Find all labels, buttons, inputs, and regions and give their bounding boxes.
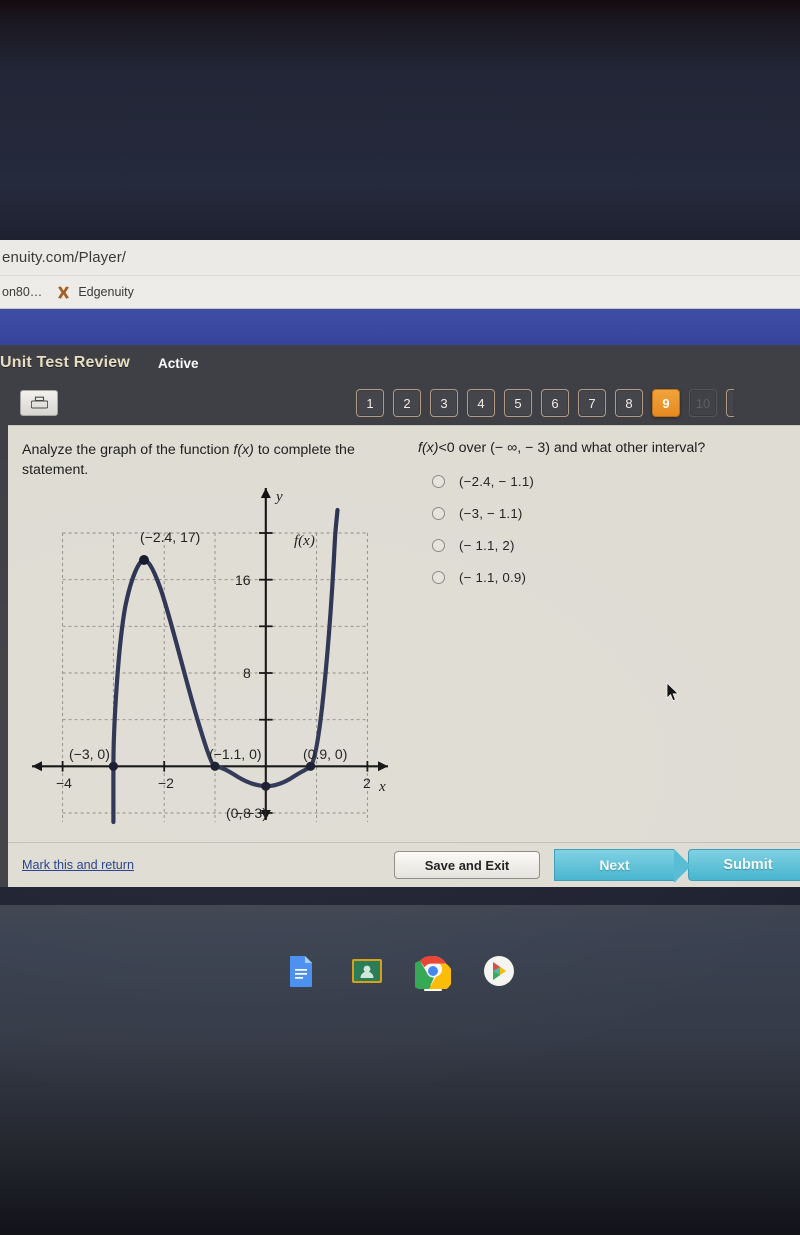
question-navigation-row: 1 2 3 4 5 6 7 8 9 10 bbox=[0, 381, 800, 425]
point-local-max bbox=[139, 555, 149, 565]
google-chrome-icon[interactable] bbox=[409, 953, 453, 993]
answer-option-label: (−3, − 1.1) bbox=[459, 506, 523, 521]
mouse-cursor bbox=[666, 682, 679, 702]
point-root-neg3 bbox=[108, 761, 118, 771]
question-number-3[interactable]: 3 bbox=[430, 389, 458, 417]
question-number-overflow bbox=[726, 389, 734, 417]
question-left-column: Analyze the graph of the function f(x) t… bbox=[8, 426, 416, 843]
radio-button-icon[interactable] bbox=[432, 507, 445, 520]
x-axis-arrow-left bbox=[32, 761, 42, 772]
photographed-screen: enuity.com/Player/ on80… Edgenuity Unit … bbox=[0, 0, 800, 1235]
answer-option-label: (− 1.1, 2) bbox=[459, 538, 515, 553]
graph-gridlines bbox=[62, 532, 368, 822]
question-number-10: 10 bbox=[689, 389, 717, 417]
mark-this-and-return-link[interactable]: Mark this and return bbox=[22, 858, 134, 872]
content-panel-wrapper: Analyze the graph of the function f(x) t… bbox=[0, 425, 800, 887]
page-title: Unit Test Review bbox=[0, 354, 131, 371]
y-axis-arrow-up bbox=[260, 488, 271, 498]
google-play-icon[interactable] bbox=[481, 953, 517, 989]
edgenuity-app: Unit Test Review Active 1 2 3 4 5 6 7 8 … bbox=[0, 345, 800, 887]
answer-option-1[interactable]: (−3, − 1.1) bbox=[432, 506, 800, 521]
url-text: enuity.com/Player/ bbox=[2, 249, 127, 266]
panel-footer: Mark this and return Save and Exit Next … bbox=[8, 842, 800, 887]
question-number-9[interactable]: 9 bbox=[652, 389, 680, 417]
question-number-6[interactable]: 6 bbox=[541, 389, 569, 417]
question-body: Analyze the graph of the function f(x) t… bbox=[8, 426, 800, 843]
y-tick-label-8: 8 bbox=[243, 665, 251, 681]
submit-button[interactable]: Submit bbox=[688, 849, 800, 881]
address-bar[interactable]: enuity.com/Player/ bbox=[0, 240, 800, 276]
taskbar bbox=[0, 945, 800, 997]
question-number-4[interactable]: 4 bbox=[467, 389, 495, 417]
annotation-local-max: (−2.4, 17) bbox=[140, 529, 200, 545]
question-number-7[interactable]: 7 bbox=[578, 389, 606, 417]
site-header-band bbox=[0, 309, 800, 345]
question-number-1[interactable]: 1 bbox=[356, 389, 384, 417]
answer-option-label: (−2.4, − 1.1) bbox=[459, 474, 535, 489]
print-button[interactable] bbox=[20, 390, 58, 416]
bookmark-label: on80… bbox=[2, 285, 43, 299]
question-panel: Analyze the graph of the function f(x) t… bbox=[8, 425, 800, 887]
bookmarks-bar: on80… Edgenuity bbox=[0, 276, 800, 309]
x-tick-label-2: 2 bbox=[363, 775, 371, 791]
question-number-8[interactable]: 8 bbox=[615, 389, 643, 417]
google-docs-icon[interactable] bbox=[283, 953, 319, 989]
answer-option-0[interactable]: (−2.4, − 1.1) bbox=[432, 474, 800, 489]
y-tick-label-16: 16 bbox=[235, 572, 251, 588]
annotation-root-neg1-1: (−1.1, 0) bbox=[209, 746, 262, 762]
stem-fx: f(x) bbox=[418, 440, 439, 456]
x-tick-label--2: −2 bbox=[158, 775, 174, 791]
x-axis-arrow-right bbox=[378, 761, 388, 772]
radio-button-icon[interactable] bbox=[432, 539, 445, 552]
annotation-root-neg3: (−3, 0) bbox=[69, 746, 110, 762]
bookmark-item-0[interactable]: on80… bbox=[2, 285, 42, 299]
answer-option-label: (− 1.1, 0.9) bbox=[459, 570, 527, 585]
question-right-column: f(x)<0 over (− ∞, − 3) and what other in… bbox=[416, 426, 800, 843]
google-classroom-icon[interactable] bbox=[349, 953, 385, 989]
radio-button-icon[interactable] bbox=[432, 571, 445, 584]
question-number-list: 1 2 3 4 5 6 7 8 9 10 bbox=[356, 389, 734, 417]
answer-option-2[interactable]: (− 1.1, 2) bbox=[432, 538, 800, 553]
annotation-root-0-9: (0.9, 0) bbox=[303, 746, 347, 762]
prompt-fx: f(x) bbox=[233, 442, 254, 458]
point-root-0-9 bbox=[306, 761, 316, 771]
answer-options: (−2.4, − 1.1) (−3, − 1.1) (− 1.1, 2) (− … bbox=[416, 474, 800, 585]
annotation-y-intercept: (0, −3) bbox=[226, 805, 267, 821]
question-prompt: Analyze the graph of the function f(x) t… bbox=[8, 426, 416, 480]
next-button[interactable]: Next bbox=[554, 849, 691, 883]
footer-buttons: Save and Exit Next Submit bbox=[394, 849, 800, 883]
prompt-part-1: Analyze the graph of the function bbox=[22, 442, 234, 458]
point-y-intercept bbox=[261, 781, 271, 791]
next-button-label: Next bbox=[599, 857, 630, 873]
status-badge: Active bbox=[158, 355, 199, 371]
running-indicator bbox=[424, 988, 442, 991]
function-graph: −4 −2 2 16 8 −8 y x f(x) (−3, 0) (−2.4, … bbox=[32, 488, 388, 825]
printer-icon bbox=[30, 396, 48, 409]
point-root-neg1-1 bbox=[210, 761, 220, 771]
bookmark-item-edgenuity[interactable]: Edgenuity bbox=[56, 285, 134, 300]
radio-button-icon[interactable] bbox=[432, 475, 445, 488]
save-and-exit-button[interactable]: Save and Exit bbox=[394, 851, 540, 879]
question-stem: f(x)<0 over (− ∞, − 3) and what other in… bbox=[416, 426, 800, 456]
function-label: f(x) bbox=[294, 533, 315, 549]
x-axis-label: x bbox=[378, 779, 386, 795]
bookmark-label: Edgenuity bbox=[78, 285, 134, 299]
browser-window: enuity.com/Player/ on80… Edgenuity Unit … bbox=[0, 240, 800, 905]
screen-bezel-top bbox=[0, 0, 800, 240]
question-number-2[interactable]: 2 bbox=[393, 389, 421, 417]
y-axis-label: y bbox=[274, 489, 283, 505]
question-number-5[interactable]: 5 bbox=[504, 389, 532, 417]
edgenuity-x-icon bbox=[58, 285, 70, 299]
chevron-right-icon bbox=[674, 849, 691, 883]
x-tick-label--4: −4 bbox=[56, 775, 72, 791]
answer-option-3[interactable]: (− 1.1, 0.9) bbox=[432, 570, 800, 585]
app-header: Unit Test Review Active bbox=[0, 345, 800, 381]
stem-rest: <0 over (− ∞, − 3) and what other interv… bbox=[438, 440, 706, 456]
